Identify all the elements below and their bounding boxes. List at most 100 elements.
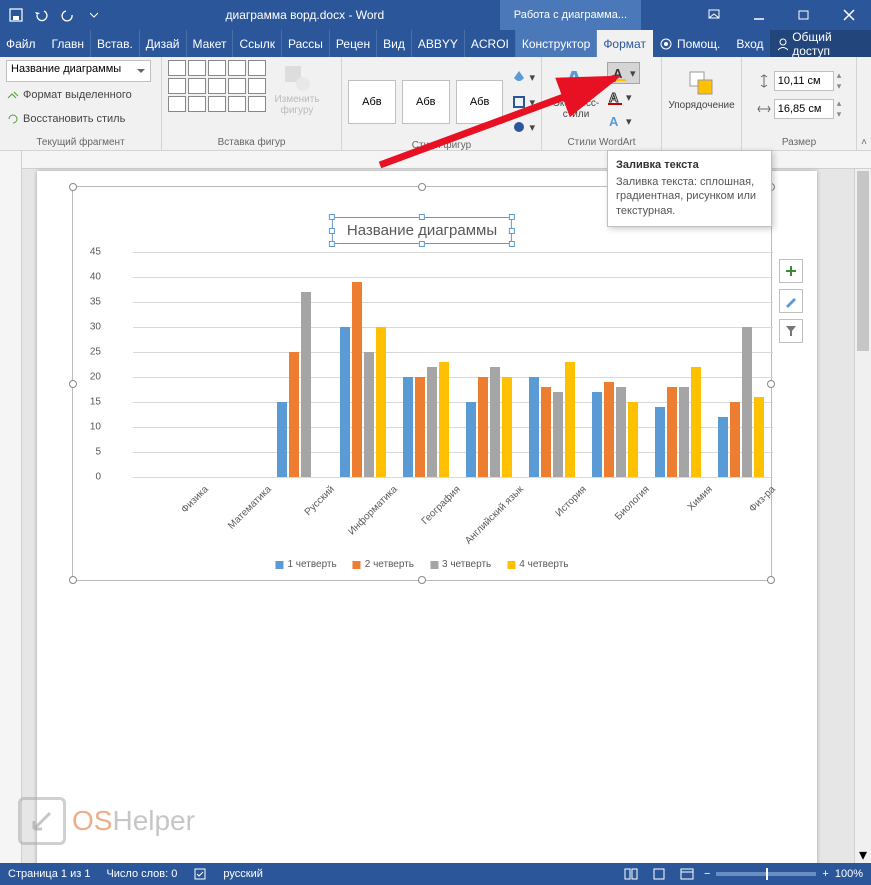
chart-plot-area[interactable]: 051015202530354045 <box>133 252 773 477</box>
status-words[interactable]: Число слов: 0 <box>106 868 177 880</box>
scroll-thumb[interactable] <box>857 171 869 351</box>
quick-access-toolbar <box>0 3 110 27</box>
x-axis-labels: ФизикаМатематикаРусскийИнформатикаГеогра… <box>143 480 783 560</box>
watermark-icon <box>18 797 66 845</box>
width-input-row: ▴▾ <box>757 98 842 120</box>
tab-file[interactable]: Файл <box>0 30 46 57</box>
close-button[interactable] <box>826 0 871 30</box>
format-selection-label: Формат выделенного <box>23 89 132 101</box>
zoom-level[interactable]: 100% <box>835 868 863 880</box>
group-arrange-spacer <box>668 135 735 150</box>
qat-customize-icon[interactable] <box>82 3 106 27</box>
save-button[interactable] <box>4 3 28 27</box>
status-page[interactable]: Страница 1 из 1 <box>8 868 90 880</box>
height-input[interactable] <box>774 71 834 91</box>
chart-elements-button[interactable] <box>779 259 803 283</box>
watermark-text: OSHelper <box>72 805 195 837</box>
change-shape-button: Изменить фигуру <box>269 60 325 118</box>
height-icon <box>757 74 771 88</box>
chart-element-selector[interactable]: Название диаграммы <box>6 60 151 82</box>
tab-view[interactable]: Вид <box>377 30 412 57</box>
tab-references[interactable]: Ссылк <box>233 30 282 57</box>
tab-insert[interactable]: Встав. <box>91 30 140 57</box>
chart-title-text: Название диаграммы <box>347 222 497 239</box>
tab-layout[interactable]: Макет <box>187 30 234 57</box>
tell-me[interactable]: Помощ. <box>653 30 730 57</box>
width-icon <box>757 102 771 116</box>
document-title: диаграмма ворд.docx - Word <box>110 8 500 22</box>
window-controls <box>691 0 871 30</box>
chart-styles-button[interactable] <box>779 289 803 313</box>
workspace: Название диаграммы 051015202530354045 Фи… <box>0 151 871 863</box>
shape-outline-button[interactable]: ▾ <box>512 91 535 113</box>
tab-mailings[interactable]: Рассы <box>282 30 330 57</box>
maximize-button[interactable] <box>781 0 826 30</box>
tab-review[interactable]: Рецен <box>330 30 377 57</box>
arrange-button[interactable]: Упорядочение <box>674 66 730 113</box>
tooltip-title: Заливка текста <box>616 159 763 171</box>
change-shape-label: Изменить фигуру <box>271 94 323 116</box>
zoom-slider[interactable] <box>716 872 816 876</box>
status-language[interactable]: русский <box>223 868 262 880</box>
ribbon: Название диаграммы Формат выделенного Во… <box>0 57 871 151</box>
ribbon-options-button[interactable] <box>691 0 736 30</box>
shape-style-2[interactable]: Абв <box>402 80 450 124</box>
svg-text:A: A <box>564 65 584 96</box>
minimize-button[interactable] <box>736 0 781 30</box>
redo-button[interactable] <box>56 3 80 27</box>
status-bar: Страница 1 из 1 Число слов: 0 русский − … <box>0 863 871 885</box>
reset-style-button[interactable]: Восстановить стиль <box>6 108 125 130</box>
group-wordart-styles: Стили WordArt <box>548 135 655 150</box>
chart-bars <box>143 252 773 477</box>
text-effects-button[interactable]: A▾ <box>607 110 640 132</box>
shapes-gallery[interactable] <box>168 60 266 112</box>
zoom-out-button[interactable]: − <box>704 868 710 880</box>
chart-tools-label: Работа с диаграмма... <box>500 0 641 30</box>
collapse-ribbon-icon[interactable]: ˄ <box>861 137 867 148</box>
share-button[interactable]: Общий доступ <box>770 30 871 57</box>
reset-style-label: Восстановить стиль <box>23 113 125 125</box>
tab-home[interactable]: Главн <box>46 30 92 57</box>
text-outline-button[interactable]: A▾ <box>607 86 640 108</box>
tab-constructor[interactable]: Конструктор <box>516 30 597 57</box>
height-input-row: ▴▾ <box>757 70 842 92</box>
group-current-fragment: Текущий фрагмент <box>6 135 155 150</box>
view-print-layout[interactable] <box>648 865 670 883</box>
sign-in[interactable]: Вход <box>730 30 769 57</box>
view-web-layout[interactable] <box>676 865 698 883</box>
vertical-ruler <box>0 151 22 863</box>
chart-legend[interactable]: 1 четверть2 четверть3 четверть4 четверть <box>275 559 568 570</box>
shape-style-1[interactable]: Абв <box>348 80 396 124</box>
format-selection-button[interactable]: Формат выделенного <box>6 84 132 106</box>
tab-design[interactable]: Дизай <box>140 30 187 57</box>
watermark: OSHelper <box>18 797 195 845</box>
page: Название диаграммы 051015202530354045 Фи… <box>37 171 817 863</box>
chart-title[interactable]: Название диаграммы <box>332 217 512 244</box>
vertical-scrollbar[interactable]: ▴ ▾ <box>854 169 871 863</box>
document-area: Название диаграммы 051015202530354045 Фи… <box>22 151 871 863</box>
ribbon-tabs: Файл Главн Встав. Дизай Макет Ссылк Расс… <box>0 30 871 57</box>
tab-acrobat[interactable]: ACROI <box>465 30 516 57</box>
shape-style-3[interactable]: Абв <box>456 80 504 124</box>
tab-abbyy[interactable]: ABBYY <box>412 30 465 57</box>
zoom-in-button[interactable]: + <box>822 868 828 880</box>
status-proofing-icon[interactable] <box>193 867 207 881</box>
tell-me-label: Помощ. <box>677 37 720 51</box>
scroll-down-icon[interactable]: ▾ <box>855 846 871 863</box>
svg-text:A: A <box>609 90 619 105</box>
shape-effects-button[interactable]: ▾ <box>512 116 535 138</box>
view-read-mode[interactable] <box>620 865 642 883</box>
group-insert-shapes: Вставка фигур <box>168 135 335 150</box>
tab-format[interactable]: Формат <box>597 30 653 57</box>
chart-filters-button[interactable] <box>779 319 803 343</box>
tooltip-text-fill: Заливка текста Заливка текста: сплошная,… <box>607 150 772 227</box>
arrange-label: Упорядочение <box>668 100 734 111</box>
svg-text:A: A <box>609 114 619 129</box>
chart-object[interactable]: Название диаграммы 051015202530354045 Фи… <box>72 186 772 581</box>
width-input[interactable] <box>774 99 834 119</box>
undo-button[interactable] <box>30 3 54 27</box>
text-fill-button[interactable]: A▾ <box>607 62 640 84</box>
wordart-quick-styles[interactable]: A Экспресс-стили <box>548 60 604 122</box>
title-bar: диаграмма ворд.docx - Word Работа с диаг… <box>0 0 871 30</box>
shape-fill-button[interactable]: ▾ <box>512 66 535 88</box>
